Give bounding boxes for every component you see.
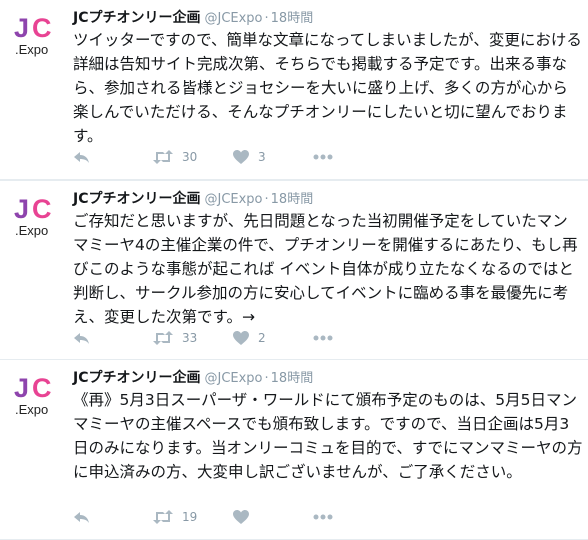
retweet-button[interactable]: 30 — [152, 145, 197, 169]
svg-text:.Expo: .Expo — [15, 223, 48, 238]
retweet-icon — [153, 331, 173, 345]
reply-icon — [74, 512, 89, 523]
user-handle[interactable]: @JCExpo — [204, 371, 262, 386]
user-handle[interactable]: @JCExpo — [204, 11, 262, 26]
timeline: J C .Expo JCプチオンリー企画 @JCExpo · 18時間 ツイッターです… — [0, 0, 588, 540]
avatar[interactable]: J C .Expo — [12, 370, 60, 418]
more-icon — [313, 154, 333, 160]
reply-button[interactable] — [73, 145, 91, 169]
svg-text:J: J — [14, 194, 29, 224]
like-button[interactable]: 3 — [232, 145, 266, 169]
heart-icon — [233, 510, 249, 524]
svg-text:C: C — [32, 13, 52, 43]
like-button[interactable]: 2 — [232, 326, 266, 350]
retweet-count: 33 — [182, 331, 198, 345]
more-button[interactable] — [313, 505, 333, 529]
reply-icon — [74, 333, 89, 344]
display-name[interactable]: JCプチオンリー企画 — [73, 10, 200, 26]
tweet-actions: 19 — [73, 505, 573, 529]
user-handle[interactable]: @JCExpo — [204, 192, 262, 207]
tweet-text: 《再》5月3日スーパーザ・ワールドにて頒布予定のものは、5月5日マンマミーヤの主… — [73, 391, 583, 481]
jcexpo-logo-icon: J C .Expo — [14, 194, 52, 238]
more-button[interactable] — [313, 145, 333, 169]
jcexpo-logo-icon: J C .Expo — [14, 13, 52, 57]
retweet-icon — [153, 510, 173, 524]
display-name[interactable]: JCプチオンリー企画 — [73, 370, 200, 386]
heart-icon — [233, 150, 249, 164]
svg-text:.Expo: .Expo — [15, 402, 48, 417]
jcexpo-logo-icon: J C .Expo — [14, 373, 52, 417]
tweet[interactable]: J C .Expo JCプチオンリー企画 @JCExpo · 18時間 《再》5月3日… — [0, 360, 588, 540]
retweet-button[interactable]: 33 — [152, 326, 197, 350]
avatar[interactable]: J C .Expo — [12, 191, 60, 239]
tweet-actions: 33 2 — [73, 326, 573, 350]
tweet-text: ツイッターですので、簡単な文章になってしまいましたが、変更における詳細は告知サイ… — [73, 31, 582, 145]
more-button[interactable] — [313, 326, 333, 350]
reply-button[interactable] — [73, 505, 91, 529]
svg-text:C: C — [32, 194, 52, 224]
separator-dot: · — [264, 11, 269, 26]
heart-icon — [233, 331, 249, 345]
retweet-count: 19 — [182, 510, 198, 524]
like-count: 2 — [258, 331, 266, 345]
svg-text:J: J — [14, 373, 29, 403]
avatar[interactable]: J C .Expo — [12, 10, 60, 58]
separator-dot: · — [264, 192, 269, 207]
more-icon — [313, 514, 333, 520]
retweet-icon — [153, 150, 173, 164]
svg-text:C: C — [32, 373, 52, 403]
display-name[interactable]: JCプチオンリー企画 — [73, 191, 200, 207]
timestamp[interactable]: 18時間 — [271, 371, 314, 386]
svg-text:J: J — [14, 13, 29, 43]
tweet-header: JCプチオンリー企画 @JCExpo · 18時間 — [73, 9, 313, 28]
separator-dot: · — [264, 371, 269, 386]
timestamp[interactable]: 18時間 — [271, 192, 314, 207]
tweet-actions: 30 3 — [73, 145, 573, 169]
tweet[interactable]: J C .Expo JCプチオンリー企画 @JCExpo · 18時間 ツイッターです… — [0, 0, 588, 180]
retweet-button[interactable]: 19 — [152, 505, 197, 529]
reply-button[interactable] — [73, 326, 91, 350]
reply-icon — [74, 152, 89, 163]
tweet-header: JCプチオンリー企画 @JCExpo · 18時間 — [73, 369, 313, 388]
more-icon — [313, 335, 333, 341]
retweet-count: 30 — [182, 150, 198, 164]
tweet-header: JCプチオンリー企画 @JCExpo · 18時間 — [73, 190, 313, 209]
svg-text:.Expo: .Expo — [15, 42, 48, 57]
like-button[interactable] — [232, 505, 258, 529]
tweet[interactable]: J C .Expo JCプチオンリー企画 @JCExpo · 18時間 ご存知だと思い… — [0, 180, 588, 360]
like-count: 3 — [258, 150, 266, 164]
timestamp[interactable]: 18時間 — [271, 11, 314, 26]
tweet-text: ご存知だと思いますが、先日問題となった当初開催予定をしていたマンマミーヤ4の主催… — [73, 212, 578, 326]
